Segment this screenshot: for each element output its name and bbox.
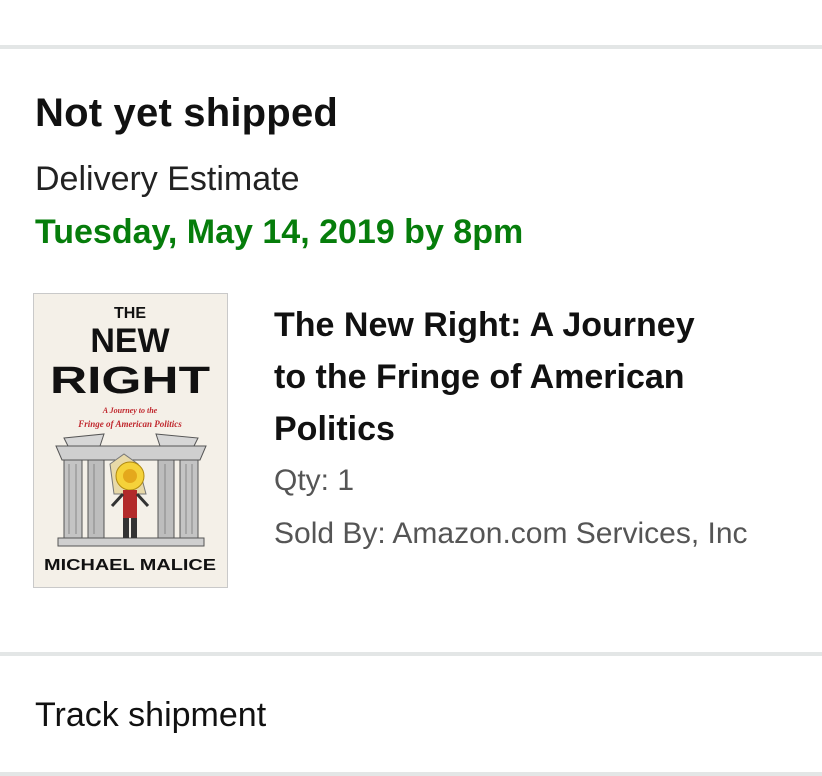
cover-subtitle-line1: A Journey to the: [102, 406, 158, 415]
track-shipment-button[interactable]: Track shipment: [0, 656, 822, 772]
book-cover-image[interactable]: THE NEW RIGHT A Journey to the Fringe of…: [33, 293, 228, 588]
track-shipment-label: Track shipment: [35, 696, 267, 734]
shipment-status: Not yet shipped: [35, 91, 339, 135]
item-quantity: Qty: 1: [274, 464, 355, 497]
cover-right: RIGHT: [50, 360, 210, 402]
book-cover-art: THE NEW RIGHT A Journey to the Fringe of…: [34, 294, 227, 587]
cover-author: MICHAEL MALICE: [44, 557, 216, 574]
order-details-page: Not yet shipped Delivery Estimate Tuesda…: [0, 0, 822, 776]
delivery-estimate-label: Delivery Estimate: [35, 160, 300, 198]
cover-the: THE: [114, 305, 146, 322]
cover-new: NEW: [90, 322, 170, 360]
cover-subtitle-line2: Fringe of American Politics: [77, 419, 182, 429]
item-title-link[interactable]: The New Right: A Journey to the Fringe o…: [274, 299, 704, 455]
bottom-divider: [0, 772, 822, 776]
delivery-estimate-date: Tuesday, May 14, 2019 by 8pm: [35, 213, 524, 251]
item-seller: Sold By: Amazon.com Services, Inc: [274, 517, 748, 550]
